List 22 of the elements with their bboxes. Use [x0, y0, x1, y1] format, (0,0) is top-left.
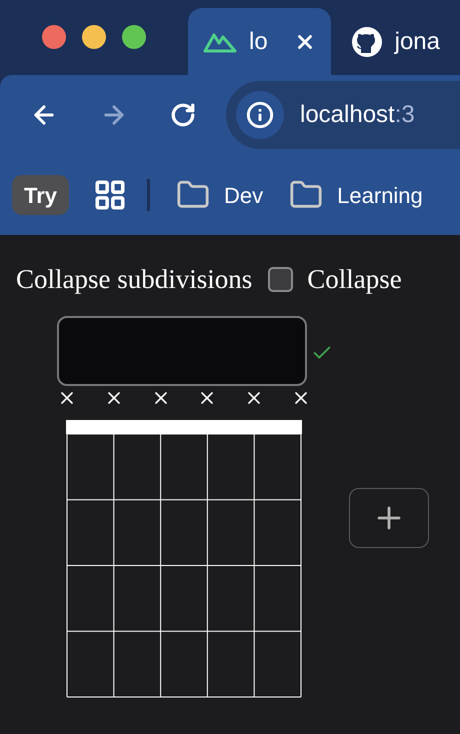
reload-icon[interactable]: [170, 102, 196, 128]
bookmark-folder[interactable]: Learning: [289, 178, 423, 212]
close-window-button[interactable]: [42, 25, 66, 49]
collapse-checkbox[interactable]: [268, 266, 294, 292]
chord-name-field[interactable]: [57, 316, 307, 386]
tab-title: lo: [249, 26, 268, 56]
url-text: localhost:3: [300, 100, 415, 130]
cat-logo-icon: [350, 26, 383, 58]
browser-tab[interactable]: lo: [188, 8, 331, 75]
bookmark-button[interactable]: Try: [12, 175, 70, 215]
browser-tab[interactable]: jona: [330, 8, 460, 75]
option-label: Collapse: [307, 263, 402, 296]
info-icon[interactable]: [246, 101, 274, 129]
maximize-window-button[interactable]: [122, 25, 146, 49]
address-bar[interactable]: localhost:3: [226, 81, 460, 149]
tab-title: jona: [394, 26, 440, 56]
mountain-logo-icon: [203, 30, 237, 52]
minimize-window-button[interactable]: [82, 25, 106, 49]
option-label: Collapse subdivisions: [16, 263, 252, 296]
bookmark-folder[interactable]: Dev: [176, 178, 264, 212]
add-chord-button[interactable]: [349, 488, 429, 548]
apps-grid-icon[interactable]: [93, 178, 128, 212]
